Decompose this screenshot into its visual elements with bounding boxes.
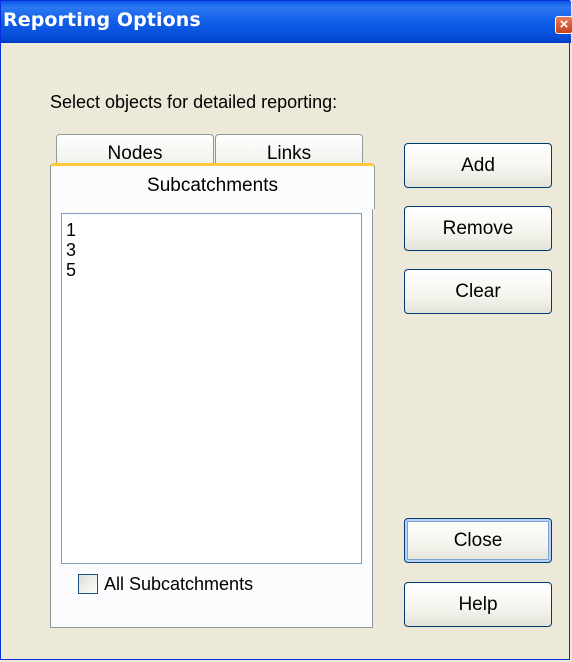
title-bar[interactable]: Reporting Options × (1, 1, 572, 43)
clear-button[interactable]: Clear (404, 269, 552, 314)
remove-button[interactable]: Remove (404, 206, 552, 251)
help-button[interactable]: Help (404, 582, 552, 627)
list-item[interactable]: 5 (66, 260, 361, 280)
tab-subcatchments[interactable]: Subcatchments (50, 163, 375, 209)
close-icon[interactable]: × (555, 16, 572, 34)
close-button[interactable]: Close (404, 518, 552, 563)
all-subcatchments-label[interactable]: All Subcatchments (104, 574, 253, 595)
add-button[interactable]: Add (404, 143, 552, 188)
all-subcatchments-checkbox[interactable] (78, 574, 98, 594)
objects-listbox[interactable]: 1 3 5 (61, 213, 362, 564)
list-item[interactable]: 1 (66, 220, 361, 240)
window-title: Reporting Options (3, 9, 201, 31)
tab-panel: 1 3 5 All Subcatchments (50, 207, 373, 628)
tab-links[interactable]: Links (215, 134, 363, 166)
instructions-label: Select objects for detailed reporting: (50, 92, 338, 112)
reporting-options-dialog: Reporting Options × Select objects for d… (0, 0, 572, 660)
list-item[interactable]: 3 (66, 240, 361, 260)
tab-nodes[interactable]: Nodes (56, 134, 214, 166)
